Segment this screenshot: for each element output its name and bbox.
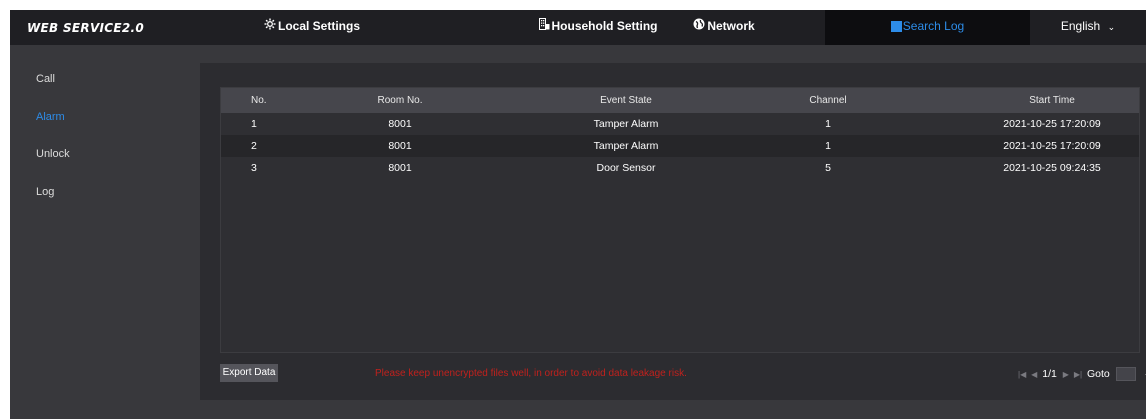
cell-channel: 5 (825, 162, 831, 174)
globe-icon (693, 10, 705, 43)
cell-start-time: 2021-10-25 17:20:09 (1003, 118, 1101, 130)
table-row[interactable]: 1 8001 Tamper Alarm 1 2021-10-25 17:20:0… (221, 113, 1139, 135)
cell-event: Tamper Alarm (593, 118, 659, 130)
data-leakage-warning: Please keep unencrypted files well, in o… (375, 368, 687, 379)
cell-room: 8001 (388, 118, 412, 130)
sidebar-item-unlock[interactable]: Unlock (36, 148, 70, 160)
table-row[interactable]: 2 8001 Tamper Alarm 1 2021-10-25 17:20:0… (221, 135, 1139, 157)
cell-no: 3 (251, 162, 257, 174)
column-header-channel: Channel (809, 95, 847, 106)
cell-event: Door Sensor (596, 162, 656, 174)
nav-search-log[interactable]: Search Log (825, 10, 1030, 45)
column-header-room: Room No. (377, 95, 423, 106)
cell-start-time: 2021-10-25 09:24:35 (1003, 162, 1101, 174)
column-header-event: Event State (600, 95, 652, 106)
page-indicator: 1/1 (1042, 368, 1057, 380)
sidebar-item-alarm[interactable]: Alarm (36, 111, 65, 123)
last-page-icon[interactable]: ▶| (1074, 367, 1082, 383)
log-icon (890, 21, 902, 33)
nav-network-label: Network (707, 19, 755, 33)
gear-icon (264, 10, 276, 43)
building-icon (538, 10, 550, 43)
table-header-row: No. Room No. Event State Channel Start T… (221, 88, 1139, 113)
prev-page-icon[interactable]: ◀ (1031, 367, 1037, 383)
cell-event: Tamper Alarm (593, 140, 659, 152)
chevron-down-icon: ⌄ (1107, 22, 1116, 32)
column-header-start-time: Start Time (1029, 95, 1075, 106)
nav-local-settings[interactable]: Local Settings (242, 10, 382, 45)
alarm-log-table: No. Room No. Event State Channel Start T… (220, 87, 1140, 353)
next-page-icon[interactable]: ▶ (1063, 367, 1069, 383)
sidebar-item-call[interactable]: Call (36, 73, 55, 85)
language-select-value: English (1060, 19, 1101, 33)
column-header-no: No. (251, 95, 267, 106)
language-select[interactable]: English ⌄ (1030, 10, 1146, 45)
cell-channel: 1 (825, 118, 831, 130)
cell-room: 8001 (388, 140, 412, 152)
goto-label: Goto (1087, 368, 1110, 380)
app-logo: WEB SERVICE2.0 (27, 21, 145, 35)
content-panel: No. Room No. Event State Channel Start T… (200, 63, 1146, 400)
nav-household-setting-label: Household Setting (551, 19, 658, 33)
sidebar-item-log[interactable]: Log (36, 186, 54, 198)
first-page-icon[interactable]: |◀ (1018, 367, 1026, 383)
pagination: |◀ ◀ 1/1 ▶ ▶| Goto ➜ (1018, 366, 1146, 382)
nav-local-settings-label: Local Settings (277, 19, 360, 33)
export-data-button[interactable]: Export Data (220, 364, 278, 382)
app-window: WEB SERVICE2.0 Local Settings Household … (10, 10, 1146, 419)
top-navigation-bar: WEB SERVICE2.0 Local Settings Household … (10, 10, 1146, 45)
cell-no: 1 (251, 118, 257, 130)
cell-no: 2 (251, 140, 257, 152)
cell-channel: 1 (825, 140, 831, 152)
cell-room: 8001 (388, 162, 412, 174)
nav-network[interactable]: Network (674, 10, 774, 45)
table-row[interactable]: 3 8001 Door Sensor 5 2021-10-25 09:24:35 (221, 157, 1139, 179)
goto-page-input[interactable] (1115, 367, 1136, 382)
cell-start-time: 2021-10-25 17:20:09 (1003, 140, 1101, 152)
nav-search-log-label: Search Log (902, 19, 965, 33)
nav-household-setting[interactable]: Household Setting (508, 10, 688, 45)
